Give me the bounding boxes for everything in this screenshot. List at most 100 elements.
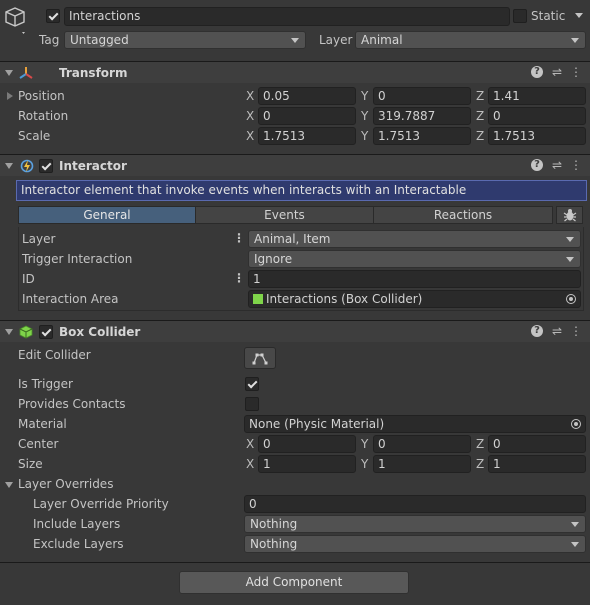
position-z-field[interactable]: 1.41 [488,87,586,105]
exclude-layers-dropdown[interactable]: Nothing [244,535,586,553]
tab-general[interactable]: General [18,206,196,224]
presets-icon[interactable]: ⇌ [550,324,564,338]
foldout-arrow-icon[interactable] [5,329,13,335]
object-picker-icon[interactable] [571,419,581,429]
tab-events[interactable]: Events [195,206,374,224]
tag-dropdown[interactable]: Untagged [64,31,306,49]
gameobject-active-checkbox[interactable] [46,9,60,23]
interactor-layer-dropdown[interactable]: Animal, Item [248,230,581,248]
more-options-icon[interactable]: ⋮ [570,158,582,172]
provides-contacts-checkbox[interactable] [245,397,259,411]
position-y-label[interactable]: Y [361,87,368,105]
size-z-label[interactable]: Z [476,455,484,473]
scale-x-label[interactable]: X [246,127,254,145]
size-y-label[interactable]: Y [361,455,368,473]
scale-label: Scale [18,129,51,143]
id-field[interactable]: 1 [248,270,581,288]
rotation-z-label[interactable]: Z [476,107,484,125]
more-options-icon[interactable]: ⋮ [570,65,582,79]
scale-y-label[interactable]: Y [361,127,368,145]
size-label: Size [18,457,43,471]
position-z-label[interactable]: Z [476,87,484,105]
box-collider-enabled-checkbox[interactable] [39,325,53,339]
position-foldout-icon[interactable] [7,92,13,100]
position-x-field[interactable]: 0.05 [258,87,356,105]
layer-overrides-label[interactable]: Layer Overrides [18,474,113,494]
foldout-arrow-icon[interactable] [5,163,13,169]
include-layers-dropdown[interactable]: Nothing [244,515,586,533]
box-collider-icon [253,294,263,304]
transform-header[interactable]: Transform ? ⇌ ⋮ [0,61,590,83]
static-checkbox[interactable] [513,9,527,23]
is-trigger-checkbox[interactable] [245,377,259,391]
center-z-field[interactable]: 0 [488,435,586,453]
scale-x-field[interactable]: 1.7513 [258,127,356,145]
scale-y-field[interactable]: 1.7513 [373,127,471,145]
interaction-area-field[interactable]: Interactions (Box Collider) [248,290,581,308]
tab-reactions[interactable]: Reactions [373,206,553,224]
center-y-field[interactable]: 0 [373,435,471,453]
interactor-description-box: Interactor element that invoke events wh… [16,180,587,201]
size-z-field[interactable]: 1 [488,455,586,473]
chevron-down-icon [566,237,574,242]
transform-icon [19,66,33,80]
tag-label: Tag [39,33,60,47]
size-y-field[interactable]: 1 [373,455,471,473]
presets-icon[interactable]: ⇌ [550,65,564,79]
center-x-field[interactable]: 0 [258,435,356,453]
material-field[interactable]: None (Physic Material) [244,415,586,433]
layer-overrides-foldout-icon[interactable] [5,482,13,488]
is-trigger-label: Is Trigger [18,377,73,391]
help-icon[interactable]: ? [531,66,543,78]
trigger-interaction-dropdown[interactable]: Ignore [248,250,581,268]
rotation-x-label[interactable]: X [246,107,254,125]
rotation-x-field[interactable]: 0 [258,107,356,125]
section-divider [0,562,590,563]
size-x-label[interactable]: X [246,455,254,473]
help-icon[interactable]: ? [531,159,543,171]
trigger-interaction-value: Ignore [254,252,293,266]
interactor-layer-value: Animal, Item [254,232,331,246]
box-collider-header[interactable]: Box Collider ? ⇌ ⋮ [0,320,590,342]
drag-handle-icon[interactable]: ⋮ [233,229,245,247]
more-options-icon[interactable]: ⋮ [570,324,582,338]
center-z-label[interactable]: Z [476,435,484,453]
layer-dropdown[interactable]: Animal [355,31,586,49]
rotation-z-field[interactable]: 0 [488,107,586,125]
drag-handle-icon[interactable]: ⋮ [233,269,245,287]
object-picker-icon[interactable] [566,294,576,304]
layer-override-priority-field[interactable]: 0 [244,495,586,513]
foldout-arrow-icon[interactable] [5,70,13,76]
presets-icon[interactable]: ⇌ [550,158,564,172]
gameobject-icon[interactable] [4,6,28,34]
edit-collider-button[interactable] [244,347,276,369]
scale-z-field[interactable]: 1.7513 [488,127,586,145]
rotation-label: Rotation [18,109,69,123]
interactor-title: Interactor [59,159,127,173]
interaction-area-label: Interaction Area [22,292,119,306]
interactor-enabled-checkbox[interactable] [39,159,53,173]
center-x-label[interactable]: X [246,435,254,453]
static-dropdown-arrow[interactable] [575,13,583,18]
material-value: None (Physic Material) [249,417,385,431]
debug-bug-button[interactable] [556,206,583,224]
material-label: Material [18,417,67,431]
interactor-header[interactable]: Interactor ? ⇌ ⋮ [0,154,590,176]
rotation-y-label[interactable]: Y [361,107,368,125]
position-y-field[interactable]: 0 [373,87,471,105]
interactor-layer-label: Layer [22,232,56,246]
box-collider-title: Box Collider [59,325,141,339]
layer-value: Animal [361,33,403,47]
help-icon[interactable]: ? [531,325,543,337]
rotation-y-field[interactable]: 319.7887 [373,107,471,125]
size-x-field[interactable]: 1 [258,455,356,473]
position-x-label[interactable]: X [246,87,254,105]
layer-label: Layer [319,33,353,47]
edit-collider-label: Edit Collider [18,348,91,362]
center-y-label[interactable]: Y [361,435,368,453]
add-component-button[interactable]: Add Component [179,571,409,594]
scale-z-label[interactable]: Z [476,127,484,145]
bug-icon [563,209,576,222]
gameobject-name-field[interactable]: Interactions [64,7,510,26]
transform-title: Transform [59,66,128,80]
